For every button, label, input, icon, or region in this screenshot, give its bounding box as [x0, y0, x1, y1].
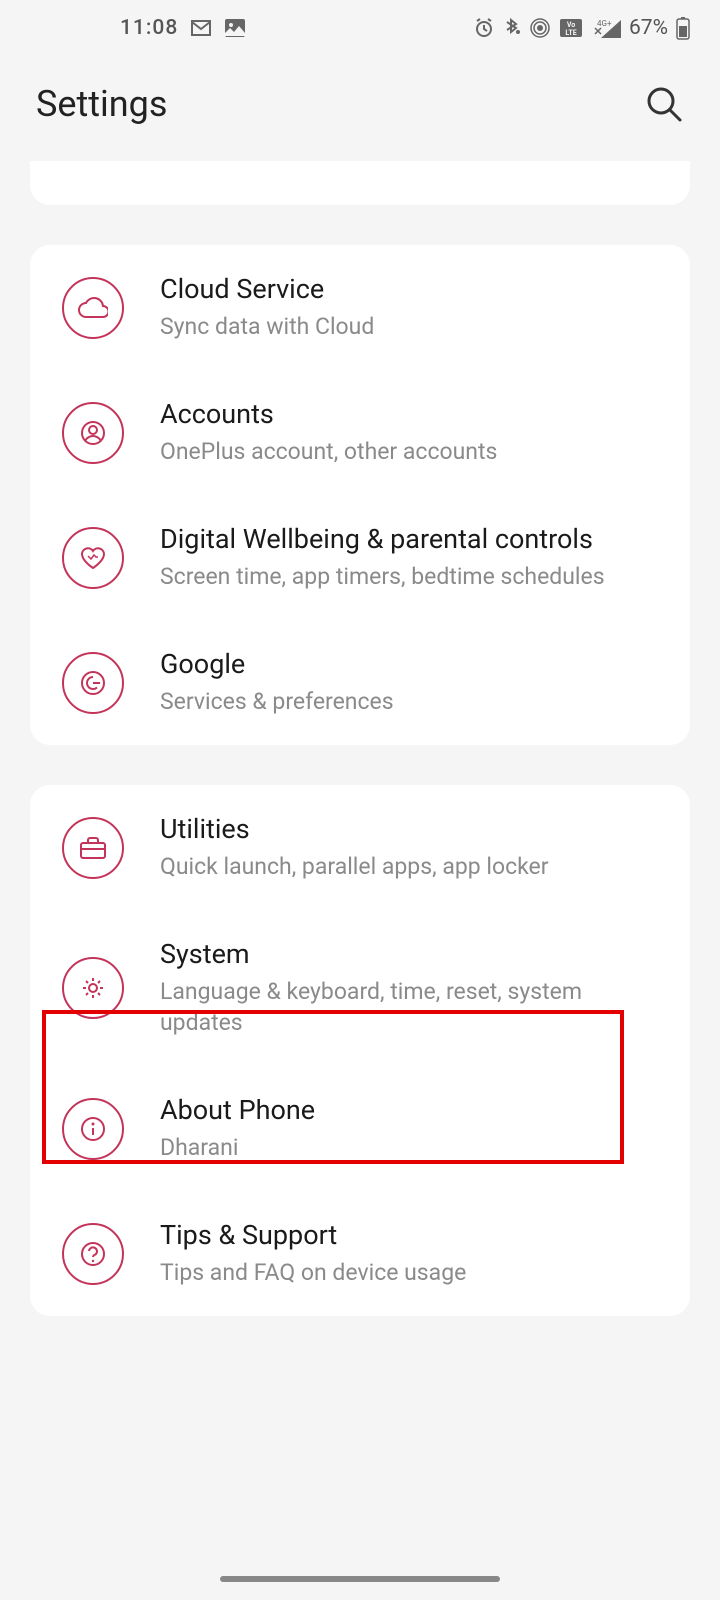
item-subtitle: Sync data with Cloud	[160, 311, 658, 342]
settings-item-tips-support[interactable]: Tips & Support Tips and FAQ on device us…	[30, 1191, 690, 1316]
item-subtitle: Services & preferences	[160, 686, 658, 717]
battery-icon	[676, 16, 690, 40]
volte-icon: VoLTE	[559, 18, 583, 38]
user-icon	[62, 402, 124, 464]
briefcase-icon	[62, 817, 124, 879]
cloud-icon	[62, 277, 124, 339]
item-title: Utilities	[160, 813, 658, 845]
hotspot-icon	[529, 17, 551, 39]
settings-group-accounts: Cloud Service Sync data with Cloud Accou…	[30, 245, 690, 745]
settings-item-accounts[interactable]: Accounts OnePlus account, other accounts	[30, 370, 690, 495]
svg-text:LTE: LTE	[565, 29, 576, 37]
item-title: Cloud Service	[160, 273, 658, 305]
settings-item-digital-wellbeing[interactable]: Digital Wellbeing & parental controls Sc…	[30, 495, 690, 620]
photos-icon	[224, 18, 246, 38]
settings-item-cloud-service[interactable]: Cloud Service Sync data with Cloud	[30, 245, 690, 370]
search-icon	[645, 85, 683, 123]
status-bar: 11:08 VoLTE 4G+ 67%	[0, 0, 720, 55]
settings-item-google[interactable]: Google Services & preferences	[30, 620, 690, 745]
status-time: 11:08	[120, 16, 178, 40]
battery-percentage: 67%	[629, 16, 668, 40]
svg-text:Vo: Vo	[567, 21, 575, 29]
settings-group-system: Utilities Quick launch, parallel apps, a…	[30, 785, 690, 1316]
item-subtitle: Tips and FAQ on device usage	[160, 1257, 658, 1288]
item-title: About Phone	[160, 1094, 658, 1126]
page-title: Settings	[36, 83, 167, 125]
gear-icon	[62, 957, 124, 1019]
item-title: Digital Wellbeing & parental controls	[160, 523, 658, 555]
question-icon	[62, 1223, 124, 1285]
item-title: Accounts	[160, 398, 658, 430]
item-subtitle: OnePlus account, other accounts	[160, 436, 658, 467]
settings-item-system[interactable]: System Language & keyboard, time, reset,…	[30, 910, 690, 1066]
item-subtitle: Dharani	[160, 1132, 658, 1163]
google-icon	[62, 652, 124, 714]
item-title: System	[160, 938, 658, 970]
header: Settings	[0, 55, 720, 161]
gmail-icon	[190, 19, 212, 37]
item-title: Google	[160, 648, 658, 680]
info-icon	[62, 1098, 124, 1160]
search-button[interactable]	[644, 84, 684, 124]
item-subtitle: Language & keyboard, time, reset, system…	[160, 976, 658, 1038]
bluetooth-icon	[503, 16, 521, 40]
heart-icon	[62, 527, 124, 589]
item-subtitle: Screen time, app timers, bedtime schedul…	[160, 561, 658, 592]
previous-card-tail	[30, 161, 690, 205]
settings-item-utilities[interactable]: Utilities Quick launch, parallel apps, a…	[30, 785, 690, 910]
signal-icon: 4G+	[591, 18, 621, 38]
item-title: Tips & Support	[160, 1219, 658, 1251]
item-subtitle: Quick launch, parallel apps, app locker	[160, 851, 658, 882]
svg-text:4G+: 4G+	[597, 19, 612, 28]
nav-indicator[interactable]	[220, 1576, 500, 1582]
settings-item-about-phone[interactable]: About Phone Dharani	[30, 1066, 690, 1191]
alarm-icon	[473, 17, 495, 39]
